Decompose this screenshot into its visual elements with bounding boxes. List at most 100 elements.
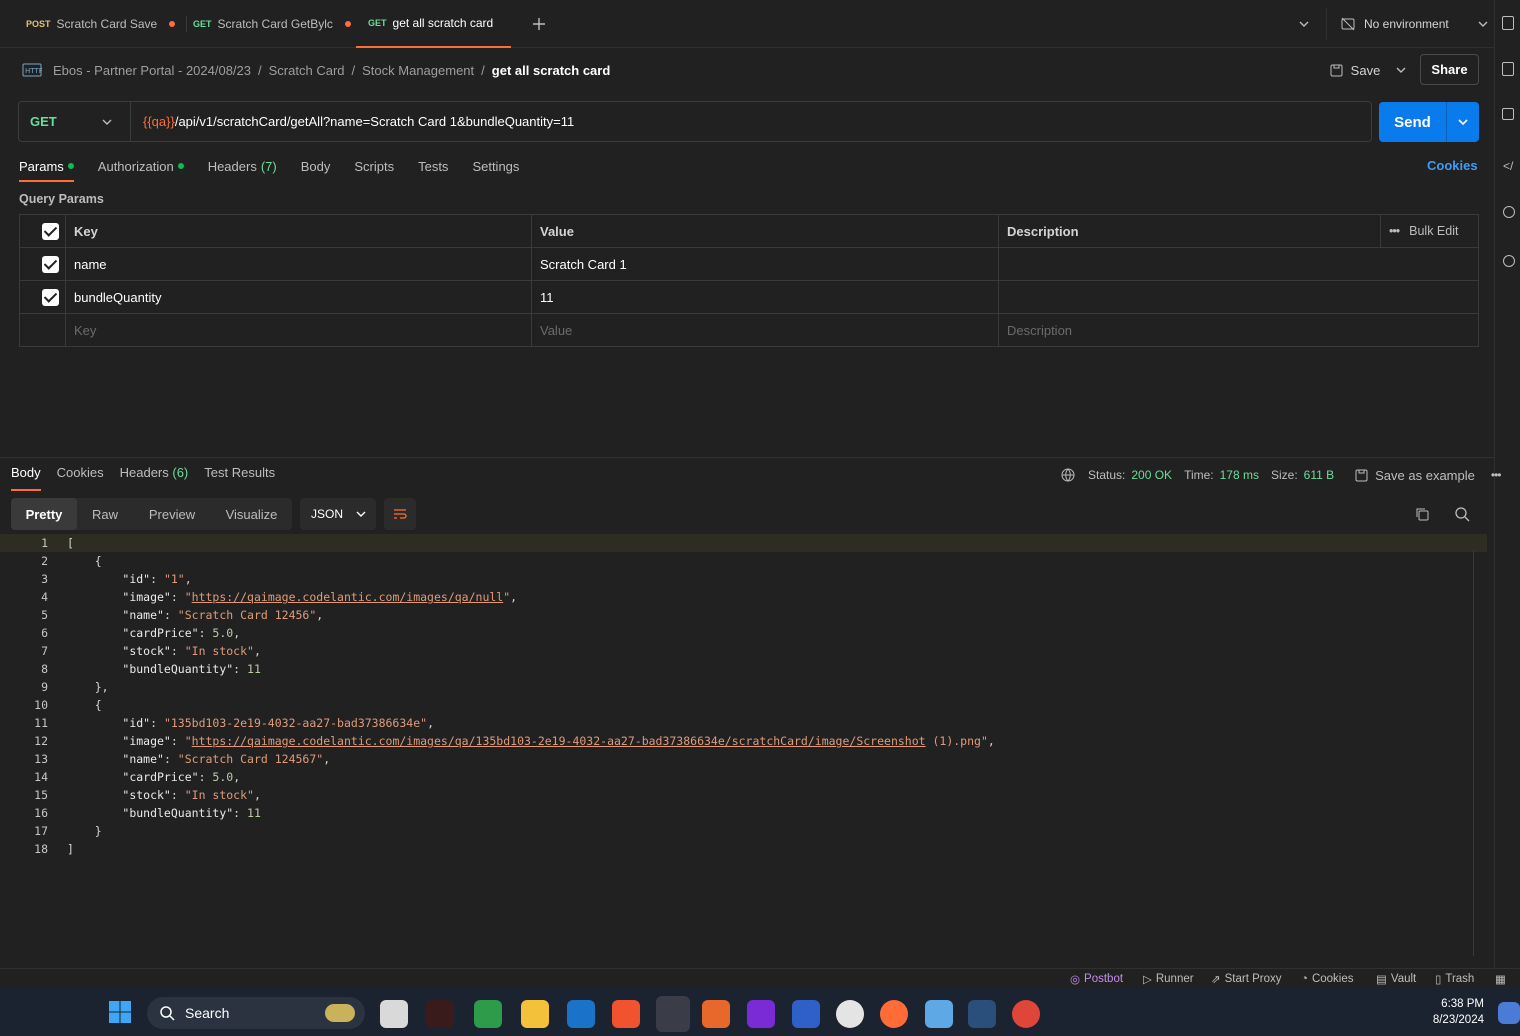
response-time[interactable]: 178 ms <box>1220 468 1259 482</box>
view-visualize[interactable]: Visualize <box>211 498 292 530</box>
wrap-lines-button[interactable] <box>384 498 416 530</box>
tab-authorization[interactable]: Authorization <box>98 156 184 176</box>
more-options-icon[interactable]: ••• <box>1491 468 1502 482</box>
send-options-chevron-icon[interactable] <box>1457 116 1469 128</box>
brave-browser-icon[interactable] <box>612 1000 640 1028</box>
environment-selector[interactable]: No environment <box>1340 14 1489 34</box>
documentation-icon[interactable] <box>1502 62 1514 76</box>
breadcrumb-folder[interactable]: Scratch Card <box>269 63 345 78</box>
tab-scratch-card-getbyid[interactable]: GET Scratch Card GetBylc <box>181 0 363 48</box>
copilot-icon[interactable] <box>1498 1002 1520 1024</box>
param-key[interactable]: bundleQuantity <box>65 281 531 313</box>
new-tab-plus-icon[interactable] <box>530 15 548 33</box>
param-value[interactable]: 11 <box>531 281 998 313</box>
comments-icon[interactable] <box>1502 108 1514 120</box>
chat-app-icon[interactable] <box>474 1000 502 1028</box>
breadcrumb-workspace[interactable]: Ebos - Partner Portal - 2024/08/23 <box>53 63 251 78</box>
task-view-icon[interactable] <box>380 1000 408 1028</box>
related-collections-icon[interactable] <box>1503 206 1515 218</box>
tab-response-headers[interactable]: Headers (6) <box>120 465 189 485</box>
url-input[interactable]: {{qa}}/api/v1/scratchCard/getAll?name=Sc… <box>143 102 574 141</box>
tab-method: POST <box>26 19 51 29</box>
save-button[interactable]: Save <box>1328 58 1408 82</box>
vault-button[interactable]: ▤ Vault <box>1376 969 1416 988</box>
table-row: bundleQuantity 11 <box>20 281 1478 314</box>
tab-response-body[interactable]: Body <box>11 465 41 491</box>
runner-button[interactable]: ▷ Runner <box>1143 969 1194 988</box>
tabs-dropdown-chevron-icon[interactable] <box>1297 17 1311 31</box>
breadcrumb: Ebos - Partner Portal - 2024/08/23 / Scr… <box>53 62 611 78</box>
row-checkbox[interactable] <box>42 256 59 273</box>
system-clock[interactable]: 6:38 PM 8/23/2024 <box>1420 996 1484 1028</box>
breadcrumb-subfolder[interactable]: Stock Management <box>362 63 474 78</box>
method-select[interactable]: GET <box>19 102 131 141</box>
query-params-title: Query Params <box>19 192 104 206</box>
mysql-workbench-icon[interactable] <box>968 1000 996 1028</box>
param-value[interactable]: Scratch Card 1 <box>531 248 998 280</box>
table-row: name Scratch Card 1 <box>20 248 1478 281</box>
code-text: { <box>67 698 102 712</box>
param-description[interactable] <box>998 281 1478 313</box>
edge-browser-icon[interactable] <box>656 996 690 1032</box>
param-description[interactable] <box>998 248 1478 280</box>
app-circle-icon[interactable] <box>836 1000 864 1028</box>
postman-icon[interactable] <box>880 1000 908 1028</box>
bulk-edit-button[interactable]: ••• Bulk Edit <box>1380 215 1478 247</box>
outlook-icon[interactable] <box>567 1000 595 1028</box>
environment-label: No environment <box>1364 17 1449 31</box>
request-name[interactable]: get all scratch card <box>492 63 611 78</box>
firefox-icon[interactable] <box>702 1000 730 1028</box>
format-select[interactable]: JSON <box>300 498 376 530</box>
intellij-icon[interactable] <box>747 1000 775 1028</box>
postbot-button[interactable]: ◎ Postbot <box>1070 969 1123 988</box>
table-row-new: Key Value Description <box>20 314 1478 347</box>
tab-response-cookies[interactable]: Cookies <box>57 465 104 485</box>
tab-body[interactable]: Body <box>301 156 331 176</box>
trash-button[interactable]: ▯ Trash <box>1435 969 1474 988</box>
share-button[interactable]: Share <box>1420 54 1479 85</box>
code-icon[interactable]: </ <box>1503 159 1513 173</box>
tab-tests[interactable]: Tests <box>418 156 448 176</box>
tab-settings[interactable]: Settings <box>472 156 519 176</box>
layout-toggle-icon[interactable]: ▦ <box>1495 969 1506 988</box>
status-code[interactable]: 200 OK <box>1131 468 1172 482</box>
new-param-key-input[interactable]: Key <box>65 314 531 346</box>
response-size[interactable]: 611 B <box>1304 468 1334 482</box>
view-raw[interactable]: Raw <box>77 498 133 530</box>
view-preview[interactable]: Preview <box>133 498 211 530</box>
tab-get-all-scratch-card[interactable]: GET get all scratch card <box>356 0 511 48</box>
save-as-example-button[interactable]: Save as example <box>1354 468 1475 483</box>
param-key[interactable]: name <box>65 248 531 280</box>
network-globe-icon[interactable] <box>1060 467 1076 483</box>
start-proxy-button[interactable]: ⇗ Start Proxy <box>1211 969 1282 988</box>
chevron-down-icon <box>356 511 366 517</box>
tab-headers[interactable]: Headers (7) <box>208 156 277 176</box>
windows-start-icon[interactable] <box>108 1000 132 1024</box>
tab-scratch-card-save[interactable]: POST Scratch Card Save <box>14 0 188 48</box>
line-number: 17 <box>34 824 48 838</box>
notepad-icon[interactable] <box>925 1000 953 1028</box>
copy-icon[interactable] <box>1414 506 1430 522</box>
environment-quick-look-icon[interactable] <box>1502 16 1514 30</box>
tab-label: get all scratch card <box>392 16 494 30</box>
row-checkbox[interactable] <box>42 289 59 306</box>
recorder-app-icon[interactable] <box>426 1000 454 1028</box>
app-with-badge-icon[interactable] <box>792 1000 820 1028</box>
select-all-checkbox[interactable] <box>42 223 59 240</box>
new-param-value-input[interactable]: Value <box>531 314 998 346</box>
footer-cookies-button[interactable]: ◔ Cookies <box>1301 969 1354 988</box>
view-pretty[interactable]: Pretty <box>11 498 77 530</box>
file-explorer-icon[interactable] <box>521 1000 549 1028</box>
taskbar-search[interactable]: Search <box>147 997 365 1029</box>
tab-params[interactable]: Params <box>19 156 74 182</box>
send-button[interactable]: Send <box>1379 102 1479 142</box>
tab-scripts[interactable]: Scripts <box>354 156 394 176</box>
chrome-icon[interactable] <box>1012 1000 1040 1028</box>
search-icon[interactable] <box>1454 506 1470 522</box>
new-param-description-input[interactable]: Description <box>998 314 1478 346</box>
tab-test-results[interactable]: Test Results <box>204 465 275 485</box>
line-number: 18 <box>34 842 48 856</box>
info-icon[interactable] <box>1503 255 1515 267</box>
cookies-link[interactable]: Cookies <box>1427 158 1478 173</box>
more-options-icon[interactable]: ••• <box>1389 224 1400 238</box>
